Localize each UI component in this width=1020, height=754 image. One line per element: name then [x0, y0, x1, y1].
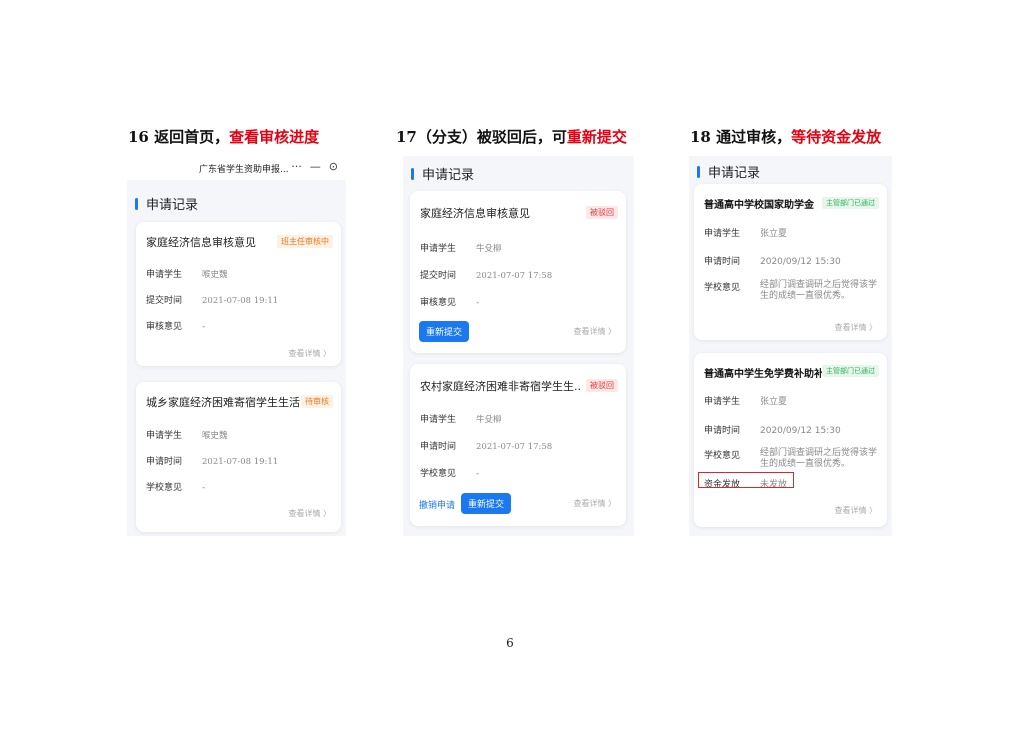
row-opinion: 学校意见 -: [420, 469, 480, 479]
close-icon[interactable]: ⊙: [329, 160, 338, 173]
section-bar-icon: [135, 197, 138, 210]
step-17-title: 17（分支）被驳回后，可重新提交: [396, 128, 627, 146]
view-details-link[interactable]: 查看详情 〉: [288, 348, 331, 359]
row-opinion: 学校意见 经部门调查调研之后觉得该学生的成绩一直很优秀。: [704, 448, 878, 469]
status-badge: 班主任审核中: [277, 235, 333, 248]
row-time: 提交时间 2021-07-07 17:58: [420, 271, 553, 281]
section-header: 申请记录: [697, 162, 760, 181]
view-details-link[interactable]: 查看详情 〉: [573, 498, 616, 509]
application-card[interactable]: 普通高中学生免学费补助补! 主管部门已通过 申请学生 张立夏 申请时间 2020/0…: [694, 353, 887, 527]
screenshot-step-17: 申请记录 家庭经济信息审核意见 被驳回 申请学生 牛殳柳 提交时间 2021-07-…: [403, 156, 634, 536]
application-card[interactable]: 家庭经济信息审核意见 被驳回 申请学生 牛殳柳 提交时间 2021-07-07 17…: [410, 191, 626, 353]
withdraw-application-link[interactable]: 撤销申请: [419, 498, 455, 511]
step-18-title: 18 通过审核，等待资金发放: [690, 128, 882, 146]
row-opinion: 学校意见 经部门调查调研之后觉得该学生的成绩一直很优秀。: [704, 280, 878, 301]
card-title: 农村家庭经济困难非寄宿学生生...: [420, 380, 582, 393]
row-time: 提交时间 2021-07-08 19:11: [146, 296, 279, 306]
row-student: 申请学生 张立夏: [704, 397, 788, 407]
row-time: 申请时间 2020/09/12 15:30: [704, 257, 841, 267]
resubmit-button[interactable]: 重新提交: [461, 493, 512, 514]
section-bar-icon: [697, 165, 700, 178]
status-badge: 被驳回: [586, 379, 618, 392]
resubmit-button[interactable]: 重新提交: [419, 321, 470, 342]
row-time: 申请时间 2021-07-07 17:58: [420, 442, 553, 452]
section-bar-icon: [411, 167, 414, 180]
view-details-link[interactable]: 查看详情 〉: [288, 508, 331, 519]
status-badge: 主管部门已通过: [822, 197, 879, 209]
app-title: 广东省学生资助申报...: [199, 165, 289, 175]
step-16-title: 16 返回首页，查看审核进度: [128, 128, 320, 146]
card-title: 普通高中学生免学费补助补!: [704, 369, 826, 380]
card-title: 家庭经济信息审核意见: [146, 236, 256, 249]
card-title: 家庭经济信息审核意见: [420, 207, 530, 220]
row-opinion: 学校意见 -: [146, 483, 206, 493]
view-details-link[interactable]: 查看详情 〉: [573, 326, 616, 337]
card-title: 城乡家庭经济困难寄宿学生生活...: [146, 396, 304, 409]
row-time: 申请时间 2020/09/12 15:30: [704, 426, 841, 436]
status-badge: 主管部门已通过: [822, 365, 879, 377]
row-student: 申请学生 喉史魏: [146, 270, 228, 280]
fund-status-highlight-box: [698, 472, 794, 488]
section-header: 申请记录: [411, 164, 474, 183]
application-card[interactable]: 农村家庭经济困难非寄宿学生生... 被驳回 申请学生 牛殳柳 申请时间 2021-0…: [410, 364, 626, 526]
card-title: 普通高中学校国家助学金: [704, 200, 814, 211]
row-student: 申请学生 张立夏: [704, 229, 788, 239]
minimize-icon[interactable]: —: [310, 160, 321, 173]
row-student: 申请学生 喉史魏: [146, 431, 228, 441]
screenshot-step-18: 申请记录 普通高中学校国家助学金 主管部门已通过 申请学生 张立夏 申请时间 202…: [689, 156, 892, 536]
page-number: 6: [506, 636, 514, 650]
row-student: 申请学生 牛殳柳: [420, 244, 502, 254]
row-opinion: 审核意见 -: [146, 322, 206, 332]
view-details-link[interactable]: 查看详情 〉: [834, 322, 877, 333]
more-icon[interactable]: ···: [291, 160, 302, 173]
mini-program-title-bar: 广东省学生资助申报... ··· — ⊙: [127, 156, 346, 180]
row-student: 申请学生 牛殳柳: [420, 415, 502, 425]
screenshot-step-16: 广东省学生资助申报... ··· — ⊙ 申请记录 家庭经济信息审核意见 班主任…: [127, 156, 346, 536]
application-card[interactable]: 普通高中学校国家助学金 主管部门已通过 申请学生 张立夏 申请时间 2020/09/…: [694, 184, 887, 340]
status-badge: 待审核: [301, 395, 333, 408]
application-card[interactable]: 城乡家庭经济困难寄宿学生生活... 待审核 申请学生 喉史魏 申请时间 2021-0…: [136, 382, 341, 532]
view-details-link[interactable]: 查看详情 〉: [834, 505, 877, 516]
status-badge: 被驳回: [586, 206, 618, 219]
row-time: 申请时间 2021-07-08 19:11: [146, 457, 279, 467]
row-opinion: 审核意见 -: [420, 298, 480, 308]
section-header: 申请记录: [135, 194, 198, 213]
application-card[interactable]: 家庭经济信息审核意见 班主任审核中 申请学生 喉史魏 提交时间 2021-07-08…: [136, 222, 341, 366]
